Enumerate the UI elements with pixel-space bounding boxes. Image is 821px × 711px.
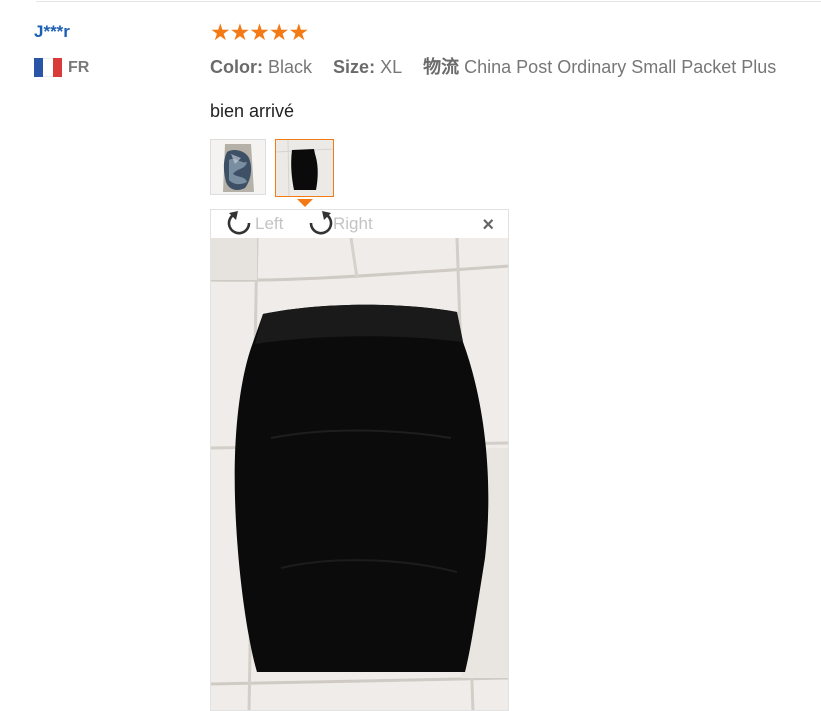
rotate-right-label: Right <box>333 214 373 233</box>
attr-color-key: Color: <box>210 57 263 77</box>
attr-shipping: 物流 China Post Ordinary Small Packet Plus <box>423 57 776 77</box>
thumbnail-1-image <box>211 140 265 194</box>
review-photo-large <box>211 237 508 710</box>
photo-viewer: Left Right × <box>210 209 509 711</box>
attr-size-key: Size: <box>333 57 376 77</box>
star-icon: ★ <box>249 20 270 46</box>
attr-color: Color: Black <box>210 57 312 77</box>
flag-stripe-red <box>52 58 62 77</box>
reviewer-name[interactable]: J***r <box>34 22 70 42</box>
rotate-left-label: Left <box>255 214 284 233</box>
country-code: FR <box>68 58 90 76</box>
rotate-right-button[interactable]: Right <box>303 210 373 239</box>
attr-shipping-key: 物流 <box>423 57 460 77</box>
reviewer-country: FR <box>34 58 89 77</box>
flag-stripe-blue <box>34 58 44 77</box>
skirt-photo-image <box>211 237 508 710</box>
attr-shipping-value: China Post Ordinary Small Packet Plus <box>464 57 777 77</box>
rotate-right-icon <box>309 211 333 235</box>
review-photo-thumbnail-2-selected[interactable] <box>275 139 334 197</box>
attr-size: Size: XL <box>333 57 402 77</box>
star-icon: ★ <box>268 20 290 46</box>
star-rating: ★ ★ ★ ★ ★ <box>210 20 310 46</box>
star-icon: ★ <box>229 20 251 46</box>
attr-color-value: Black <box>268 57 313 77</box>
thumbnail-2-image <box>276 140 333 196</box>
star-icon: ★ <box>210 20 231 46</box>
rotate-left-icon <box>227 211 251 235</box>
attr-size-value: XL <box>380 57 403 77</box>
close-viewer-button[interactable]: × <box>482 214 494 237</box>
france-flag-icon <box>34 58 62 77</box>
review-text: bien arrivé <box>210 101 295 121</box>
top-divider <box>36 1 821 2</box>
viewer-toolbar: Left Right × <box>211 210 508 238</box>
order-attributes: Color: Black Size: XL 物流 China Post Ordi… <box>210 53 792 79</box>
flag-stripe-white <box>43 58 53 77</box>
selected-thumbnail-indicator <box>297 199 313 207</box>
review-photo-thumbnail-1[interactable] <box>210 139 266 195</box>
rotate-left-button[interactable]: Left <box>225 210 284 239</box>
star-icon: ★ <box>288 20 310 46</box>
